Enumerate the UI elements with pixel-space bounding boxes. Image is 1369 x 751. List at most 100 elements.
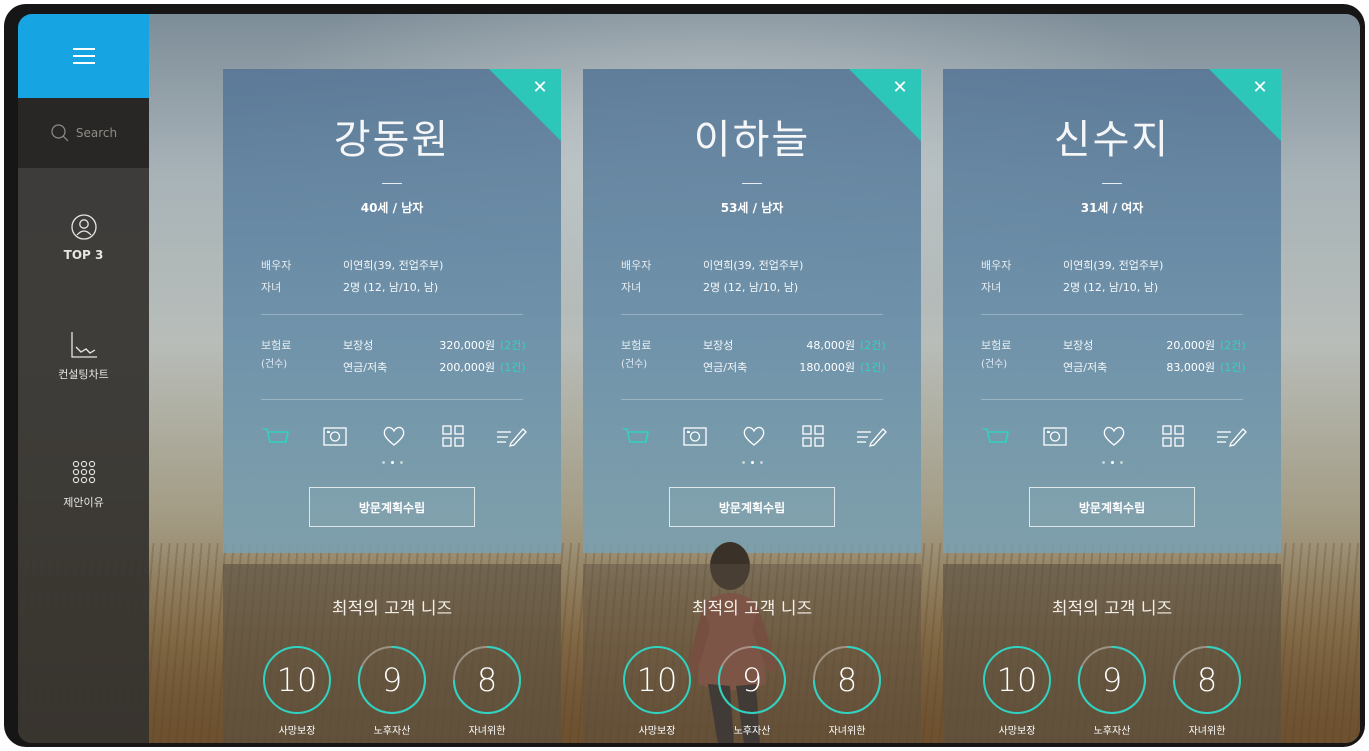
score-value: 8 bbox=[476, 661, 498, 699]
grid-icon[interactable] bbox=[1156, 421, 1190, 451]
protection-label: 보장성 bbox=[343, 339, 374, 352]
page-dots bbox=[583, 461, 921, 464]
section-divider bbox=[261, 399, 523, 400]
score-value: 9 bbox=[381, 661, 403, 699]
score-ring[interactable]: 9 bbox=[1076, 644, 1148, 716]
visit-plan-button[interactable]: 방문계획수립 bbox=[1029, 487, 1195, 527]
score-ring[interactable]: 10 bbox=[261, 644, 333, 716]
pension-amount: 200,000원 bbox=[439, 361, 495, 374]
page-dots bbox=[223, 461, 561, 464]
score-label: 사망보장 bbox=[278, 726, 316, 737]
cart-icon[interactable] bbox=[619, 421, 653, 451]
score-label: 자녀위한 bbox=[468, 726, 506, 737]
children-value: 2명 (12, 남/10, 남) bbox=[703, 281, 799, 294]
score-value: 9 bbox=[1101, 661, 1123, 699]
spouse-label: 배우자 bbox=[261, 259, 292, 272]
user-circle-icon bbox=[70, 214, 97, 240]
score-label: 노후자산 bbox=[733, 726, 771, 737]
camera-icon[interactable] bbox=[678, 421, 712, 451]
memo-edit-icon[interactable] bbox=[495, 421, 529, 451]
pension-label: 연금/저축 bbox=[703, 361, 748, 374]
sidebar-item-proposal-reason[interactable]: 제안이유 bbox=[18, 458, 149, 510]
score-label: 노후자산 bbox=[1093, 726, 1131, 737]
camera-icon[interactable] bbox=[318, 421, 352, 451]
protection-count: (2건) bbox=[1220, 339, 1246, 352]
score-label: 자녀위한 bbox=[828, 726, 866, 737]
score-ring[interactable]: 8 bbox=[451, 644, 523, 716]
protection-amount: 48,000원 bbox=[806, 339, 855, 352]
protection-label: 보장성 bbox=[1063, 339, 1094, 352]
pension-label: 연금/저축 bbox=[1063, 361, 1108, 374]
menu-button[interactable] bbox=[18, 14, 149, 98]
children-value: 2명 (12, 남/10, 남) bbox=[1063, 281, 1159, 294]
search-label: Search bbox=[75, 126, 118, 140]
sidebar-item-label: 제안이유 bbox=[63, 496, 104, 509]
name-divider bbox=[1102, 183, 1122, 184]
needs-title: 최적의 고객 니즈 bbox=[691, 599, 813, 619]
protection-amount: 20,000원 bbox=[1166, 339, 1215, 352]
section-divider bbox=[981, 399, 1243, 400]
spouse-value: 이연희(39, 전업주부) bbox=[343, 259, 444, 272]
cart-icon[interactable] bbox=[259, 421, 293, 451]
camera-icon[interactable] bbox=[1038, 421, 1072, 451]
pension-amount: 83,000원 bbox=[1166, 361, 1215, 374]
action-icons bbox=[979, 421, 1249, 451]
score-ring[interactable]: 8 bbox=[811, 644, 883, 716]
close-icon[interactable]: ✕ bbox=[1249, 77, 1271, 99]
score-ring[interactable]: 10 bbox=[621, 644, 693, 716]
pension-count: (1건) bbox=[1220, 361, 1246, 374]
sidebar: Search TOP 3 컨설팅차트 제안이유 bbox=[18, 14, 149, 743]
children-label: 자녀 bbox=[621, 281, 642, 294]
premium-label: 보험료 bbox=[981, 339, 1012, 352]
app-screen: Search TOP 3 컨설팅차트 제안이유 ✕ 강동원 40세 / 남자 배… bbox=[18, 14, 1360, 743]
customer-name: 이하늘 bbox=[693, 117, 811, 163]
customer-age-gender: 53세 / 남자 bbox=[720, 201, 784, 215]
cart-icon[interactable] bbox=[979, 421, 1013, 451]
children-label: 자녀 bbox=[261, 281, 282, 294]
score-ring[interactable]: 8 bbox=[1171, 644, 1243, 716]
children-label: 자녀 bbox=[981, 281, 1002, 294]
pension-count: (1건) bbox=[500, 361, 526, 374]
needs-panel: 최적의 고객 니즈 10 9 8 사망보장 노후자산 자녀위한 bbox=[223, 564, 561, 743]
sidebar-item-top3[interactable]: TOP 3 bbox=[18, 212, 149, 262]
customer-card: ✕ 강동원 40세 / 남자 배우자 이연희(39, 전업주부) 자녀 2명 (… bbox=[223, 69, 561, 553]
score-label: 자녀위한 bbox=[1188, 726, 1226, 737]
needs-panel: 최적의 고객 니즈 10 9 8 사망보장 노후자산 자녀위한 bbox=[583, 564, 921, 743]
memo-edit-icon[interactable] bbox=[1215, 421, 1249, 451]
spouse-value: 이연희(39, 전업주부) bbox=[1063, 259, 1164, 272]
score-label: 노후자산 bbox=[373, 726, 411, 737]
sidebar-item-consulting-chart[interactable]: 컨설팅차트 bbox=[18, 330, 149, 382]
spouse-label: 배우자 bbox=[621, 259, 652, 272]
premium-sub-label: (건수) bbox=[621, 359, 648, 370]
dots-grid-icon bbox=[72, 460, 95, 484]
section-divider bbox=[981, 314, 1243, 315]
pension-amount: 180,000원 bbox=[799, 361, 855, 374]
score-ring[interactable]: 9 bbox=[356, 644, 428, 716]
premium-label: 보험료 bbox=[621, 339, 652, 352]
visit-plan-button[interactable]: 방문계획수립 bbox=[309, 487, 475, 527]
spouse-label: 배우자 bbox=[981, 259, 1012, 272]
visit-plan-button[interactable]: 방문계획수립 bbox=[669, 487, 835, 527]
grid-icon[interactable] bbox=[436, 421, 470, 451]
heart-icon[interactable] bbox=[1097, 421, 1131, 451]
tablet-frame: Search TOP 3 컨설팅차트 제안이유 ✕ 강동원 40세 / 남자 배… bbox=[4, 4, 1365, 747]
name-divider bbox=[742, 183, 762, 184]
needs-panel: 최적의 고객 니즈 10 9 8 사망보장 노후자산 자녀위한 bbox=[943, 564, 1281, 743]
close-icon[interactable]: ✕ bbox=[529, 77, 551, 99]
premium-label: 보험료 bbox=[261, 339, 292, 352]
score-value: 8 bbox=[836, 661, 858, 699]
score-ring[interactable]: 10 bbox=[981, 644, 1053, 716]
name-divider bbox=[382, 183, 402, 184]
score-value: 9 bbox=[741, 661, 763, 699]
children-value: 2명 (12, 남/10, 남) bbox=[343, 281, 439, 294]
memo-edit-icon[interactable] bbox=[855, 421, 889, 451]
search-box[interactable]: Search bbox=[18, 98, 149, 168]
customer-age-gender: 31세 / 여자 bbox=[1080, 201, 1144, 215]
protection-label: 보장성 bbox=[703, 339, 734, 352]
grid-icon[interactable] bbox=[796, 421, 830, 451]
heart-icon[interactable] bbox=[737, 421, 771, 451]
close-icon[interactable]: ✕ bbox=[889, 77, 911, 99]
score-ring[interactable]: 9 bbox=[716, 644, 788, 716]
heart-icon[interactable] bbox=[377, 421, 411, 451]
pension-count: (1건) bbox=[860, 361, 886, 374]
